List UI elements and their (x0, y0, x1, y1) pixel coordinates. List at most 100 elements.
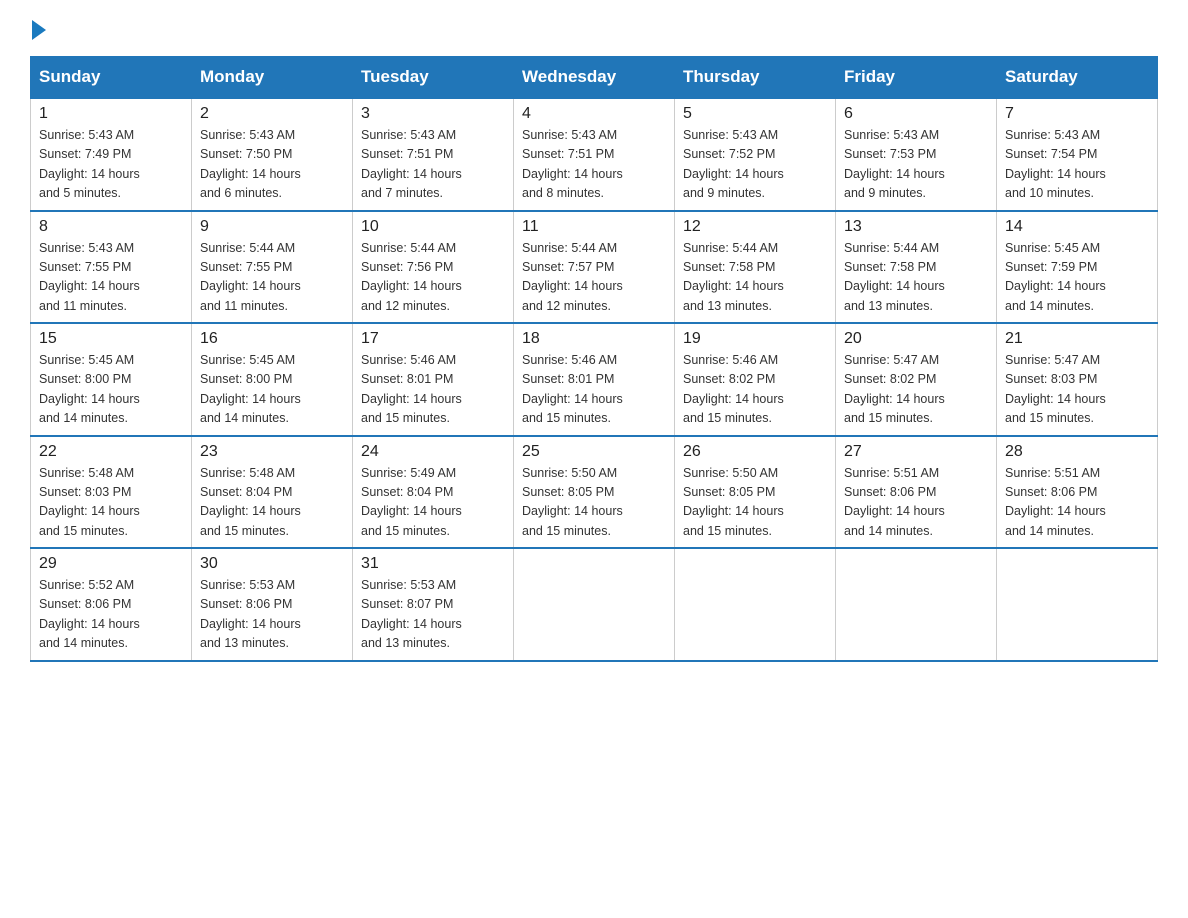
calendar-cell: 26 Sunrise: 5:50 AMSunset: 8:05 PMDaylig… (675, 436, 836, 549)
day-info: Sunrise: 5:50 AMSunset: 8:05 PMDaylight:… (522, 464, 666, 542)
calendar-cell: 19 Sunrise: 5:46 AMSunset: 8:02 PMDaylig… (675, 323, 836, 436)
calendar-table: SundayMondayTuesdayWednesdayThursdayFrid… (30, 56, 1158, 662)
day-number: 10 (361, 218, 505, 236)
day-info: Sunrise: 5:44 AMSunset: 7:57 PMDaylight:… (522, 239, 666, 317)
day-number: 29 (39, 555, 183, 573)
calendar-cell: 21 Sunrise: 5:47 AMSunset: 8:03 PMDaylig… (997, 323, 1158, 436)
calendar-cell: 8 Sunrise: 5:43 AMSunset: 7:55 PMDayligh… (31, 211, 192, 324)
day-number: 8 (39, 218, 183, 236)
day-number: 6 (844, 105, 988, 123)
day-number: 12 (683, 218, 827, 236)
day-number: 3 (361, 105, 505, 123)
day-info: Sunrise: 5:47 AMSunset: 8:03 PMDaylight:… (1005, 351, 1149, 429)
day-info: Sunrise: 5:43 AMSunset: 7:50 PMDaylight:… (200, 126, 344, 204)
calendar-header-row: SundayMondayTuesdayWednesdayThursdayFrid… (31, 57, 1158, 99)
day-info: Sunrise: 5:53 AMSunset: 8:07 PMDaylight:… (361, 576, 505, 654)
day-info: Sunrise: 5:46 AMSunset: 8:01 PMDaylight:… (361, 351, 505, 429)
day-number: 23 (200, 443, 344, 461)
calendar-week-row: 15 Sunrise: 5:45 AMSunset: 8:00 PMDaylig… (31, 323, 1158, 436)
calendar-cell: 9 Sunrise: 5:44 AMSunset: 7:55 PMDayligh… (192, 211, 353, 324)
day-info: Sunrise: 5:53 AMSunset: 8:06 PMDaylight:… (200, 576, 344, 654)
day-number: 26 (683, 443, 827, 461)
day-info: Sunrise: 5:43 AMSunset: 7:55 PMDaylight:… (39, 239, 183, 317)
day-info: Sunrise: 5:45 AMSunset: 8:00 PMDaylight:… (39, 351, 183, 429)
calendar-cell: 22 Sunrise: 5:48 AMSunset: 8:03 PMDaylig… (31, 436, 192, 549)
day-info: Sunrise: 5:45 AMSunset: 7:59 PMDaylight:… (1005, 239, 1149, 317)
day-info: Sunrise: 5:44 AMSunset: 7:56 PMDaylight:… (361, 239, 505, 317)
day-info: Sunrise: 5:46 AMSunset: 8:01 PMDaylight:… (522, 351, 666, 429)
calendar-week-row: 29 Sunrise: 5:52 AMSunset: 8:06 PMDaylig… (31, 548, 1158, 661)
day-number: 30 (200, 555, 344, 573)
day-info: Sunrise: 5:51 AMSunset: 8:06 PMDaylight:… (1005, 464, 1149, 542)
calendar-cell: 15 Sunrise: 5:45 AMSunset: 8:00 PMDaylig… (31, 323, 192, 436)
calendar-cell: 30 Sunrise: 5:53 AMSunset: 8:06 PMDaylig… (192, 548, 353, 661)
day-number: 7 (1005, 105, 1149, 123)
day-number: 2 (200, 105, 344, 123)
day-info: Sunrise: 5:52 AMSunset: 8:06 PMDaylight:… (39, 576, 183, 654)
calendar-cell: 4 Sunrise: 5:43 AMSunset: 7:51 PMDayligh… (514, 98, 675, 211)
calendar-cell: 11 Sunrise: 5:44 AMSunset: 7:57 PMDaylig… (514, 211, 675, 324)
day-number: 27 (844, 443, 988, 461)
calendar-cell: 10 Sunrise: 5:44 AMSunset: 7:56 PMDaylig… (353, 211, 514, 324)
logo (30, 20, 48, 40)
calendar-cell: 6 Sunrise: 5:43 AMSunset: 7:53 PMDayligh… (836, 98, 997, 211)
day-info: Sunrise: 5:48 AMSunset: 8:04 PMDaylight:… (200, 464, 344, 542)
calendar-cell: 1 Sunrise: 5:43 AMSunset: 7:49 PMDayligh… (31, 98, 192, 211)
day-number: 25 (522, 443, 666, 461)
day-info: Sunrise: 5:50 AMSunset: 8:05 PMDaylight:… (683, 464, 827, 542)
calendar-cell (675, 548, 836, 661)
day-info: Sunrise: 5:43 AMSunset: 7:54 PMDaylight:… (1005, 126, 1149, 204)
day-info: Sunrise: 5:46 AMSunset: 8:02 PMDaylight:… (683, 351, 827, 429)
header-friday: Friday (836, 57, 997, 99)
calendar-week-row: 1 Sunrise: 5:43 AMSunset: 7:49 PMDayligh… (31, 98, 1158, 211)
calendar-cell: 7 Sunrise: 5:43 AMSunset: 7:54 PMDayligh… (997, 98, 1158, 211)
day-number: 20 (844, 330, 988, 348)
day-info: Sunrise: 5:43 AMSunset: 7:49 PMDaylight:… (39, 126, 183, 204)
calendar-week-row: 22 Sunrise: 5:48 AMSunset: 8:03 PMDaylig… (31, 436, 1158, 549)
day-info: Sunrise: 5:43 AMSunset: 7:53 PMDaylight:… (844, 126, 988, 204)
calendar-cell: 27 Sunrise: 5:51 AMSunset: 8:06 PMDaylig… (836, 436, 997, 549)
day-number: 4 (522, 105, 666, 123)
day-number: 19 (683, 330, 827, 348)
day-info: Sunrise: 5:44 AMSunset: 7:58 PMDaylight:… (683, 239, 827, 317)
calendar-cell: 18 Sunrise: 5:46 AMSunset: 8:01 PMDaylig… (514, 323, 675, 436)
day-number: 11 (522, 218, 666, 236)
day-number: 22 (39, 443, 183, 461)
calendar-cell: 5 Sunrise: 5:43 AMSunset: 7:52 PMDayligh… (675, 98, 836, 211)
calendar-cell: 25 Sunrise: 5:50 AMSunset: 8:05 PMDaylig… (514, 436, 675, 549)
header-wednesday: Wednesday (514, 57, 675, 99)
day-info: Sunrise: 5:44 AMSunset: 7:55 PMDaylight:… (200, 239, 344, 317)
day-info: Sunrise: 5:43 AMSunset: 7:51 PMDaylight:… (522, 126, 666, 204)
day-info: Sunrise: 5:44 AMSunset: 7:58 PMDaylight:… (844, 239, 988, 317)
day-number: 24 (361, 443, 505, 461)
day-info: Sunrise: 5:43 AMSunset: 7:51 PMDaylight:… (361, 126, 505, 204)
calendar-cell: 31 Sunrise: 5:53 AMSunset: 8:07 PMDaylig… (353, 548, 514, 661)
day-number: 9 (200, 218, 344, 236)
day-number: 17 (361, 330, 505, 348)
day-number: 13 (844, 218, 988, 236)
calendar-cell: 20 Sunrise: 5:47 AMSunset: 8:02 PMDaylig… (836, 323, 997, 436)
calendar-cell: 28 Sunrise: 5:51 AMSunset: 8:06 PMDaylig… (997, 436, 1158, 549)
day-info: Sunrise: 5:49 AMSunset: 8:04 PMDaylight:… (361, 464, 505, 542)
calendar-cell: 29 Sunrise: 5:52 AMSunset: 8:06 PMDaylig… (31, 548, 192, 661)
calendar-cell (836, 548, 997, 661)
calendar-cell: 3 Sunrise: 5:43 AMSunset: 7:51 PMDayligh… (353, 98, 514, 211)
header-thursday: Thursday (675, 57, 836, 99)
header-monday: Monday (192, 57, 353, 99)
calendar-cell: 14 Sunrise: 5:45 AMSunset: 7:59 PMDaylig… (997, 211, 1158, 324)
calendar-cell (997, 548, 1158, 661)
calendar-cell: 16 Sunrise: 5:45 AMSunset: 8:00 PMDaylig… (192, 323, 353, 436)
calendar-cell: 13 Sunrise: 5:44 AMSunset: 7:58 PMDaylig… (836, 211, 997, 324)
calendar-cell: 24 Sunrise: 5:49 AMSunset: 8:04 PMDaylig… (353, 436, 514, 549)
header-sunday: Sunday (31, 57, 192, 99)
day-number: 21 (1005, 330, 1149, 348)
calendar-cell: 2 Sunrise: 5:43 AMSunset: 7:50 PMDayligh… (192, 98, 353, 211)
calendar-cell (514, 548, 675, 661)
page-header (30, 20, 1158, 40)
day-number: 16 (200, 330, 344, 348)
day-number: 14 (1005, 218, 1149, 236)
header-tuesday: Tuesday (353, 57, 514, 99)
logo-arrow-icon (32, 20, 46, 40)
day-number: 31 (361, 555, 505, 573)
header-saturday: Saturday (997, 57, 1158, 99)
